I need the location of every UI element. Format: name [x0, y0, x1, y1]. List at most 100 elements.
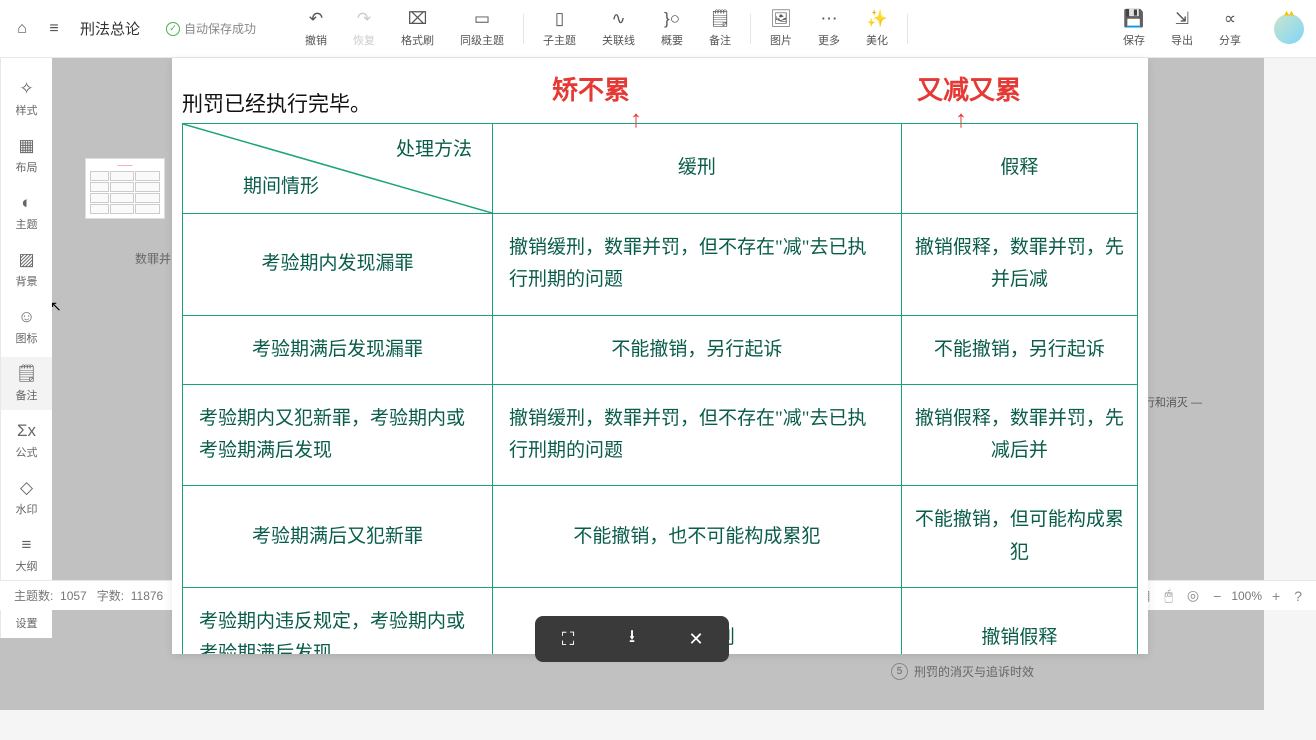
- canvas-area[interactable]: ——— 数罪并 的执行和消灭 — 缓刑和假释的比较 5 刑罚的消灭与追诉时效 刑…: [0, 58, 1264, 710]
- 更多-icon: ⋯: [819, 9, 839, 29]
- toolbar-left: ⌂ ≡ 刑法总论 ✓ 自动保存成功: [12, 18, 256, 39]
- user-avatar[interactable]: [1274, 14, 1304, 44]
- thumbnail-card[interactable]: ———: [85, 158, 165, 219]
- table-row: 考验期满后又犯新罪不能撤销，也不可能构成累犯不能撤销，但可能构成累犯: [183, 486, 1138, 588]
- tool-导出[interactable]: ⇲导出: [1158, 5, 1206, 52]
- 格式刷-icon: ⌧: [408, 9, 428, 29]
- document-preview: 刑罚已经执行完毕。 矫不累 又减又累 ↑ ↑ 处理方法 期间情形 缓刑 假释 考…: [172, 58, 1148, 654]
- 撤销-icon: ↶: [306, 9, 326, 29]
- zoom-out-button[interactable]: −: [1213, 588, 1221, 604]
- zoom-level: 100%: [1231, 589, 1262, 603]
- tool-更多[interactable]: ⋯更多: [805, 5, 853, 52]
- tool-分享[interactable]: ∝分享: [1206, 5, 1254, 52]
- status-counts: 主题数: 1057 字数: 11876: [14, 587, 163, 604]
- row-parole: 撤销假释，数罪并罚，先减后并: [901, 384, 1137, 486]
- sidebar-大纲[interactable]: ≡大纲: [1, 528, 52, 581]
- 保存-icon: 💾: [1124, 9, 1144, 29]
- thumbnail-label: 数罪并: [135, 250, 171, 267]
- sidebar-布局[interactable]: ▦布局: [1, 129, 52, 182]
- row-parole: 撤销假释，数罪并罚，先并后减: [901, 214, 1137, 316]
- sidebar-图标[interactable]: ☺图标: [1, 300, 52, 353]
- col-header-1: 缓刑: [493, 124, 902, 214]
- document-title[interactable]: 刑法总论: [80, 18, 140, 39]
- row-probation: 撤销缓刑，数罪并罚，但不存在"减"去已执行刑期的问题: [493, 214, 902, 316]
- tool-保存[interactable]: 💾保存: [1110, 5, 1158, 52]
- mouse-mode-icon[interactable]: 🖱: [1165, 587, 1173, 604]
- menu-icon[interactable]: ≡: [44, 19, 64, 39]
- top-toolbar: ⌂ ≡ 刑法总论 ✓ 自动保存成功 ↶撤销↷恢复⌧格式刷▭同级主题 ▯子主题∿关联…: [0, 0, 1316, 58]
- header-situations: 期间情形: [243, 171, 319, 203]
- node-number-icon: 5: [891, 663, 908, 680]
- target-icon[interactable]: ◎: [1187, 587, 1199, 604]
- 大纲-icon: ≡: [22, 535, 32, 555]
- bg-node-sub[interactable]: 5 刑罚的消灭与追诉时效: [891, 663, 1034, 680]
- doc-fragment-text: 刑罚已经执行完毕。: [182, 88, 371, 118]
- 概要-icon: }○: [662, 9, 682, 29]
- header-methods: 处理方法: [396, 134, 472, 166]
- autosave-status: ✓ 自动保存成功: [166, 20, 256, 37]
- 布局-icon: ▦: [18, 136, 34, 156]
- sidebar-备注[interactable]: 🗒备注: [1, 357, 52, 410]
- tool-备注[interactable]: 🗒备注: [696, 5, 744, 52]
- table-diagonal-header: 处理方法 期间情形: [183, 124, 493, 214]
- home-icon[interactable]: ⌂: [12, 19, 32, 39]
- close-icon[interactable]: ✕: [685, 628, 707, 650]
- 同级主题-icon: ▭: [472, 9, 492, 29]
- table-row: 考验期内又犯新罪，考验期内或考验期满后发现撤销缓刑，数罪并罚，但不存在"减"去已…: [183, 384, 1138, 486]
- 水印-icon: ◇: [20, 478, 33, 498]
- 恢复-icon: ↷: [354, 9, 374, 29]
- 导出-icon: ⇲: [1172, 9, 1192, 29]
- image-viewer-toolbar: ⛶ ⭳ ✕: [535, 616, 729, 662]
- sidebar-样式[interactable]: ✧样式: [1, 72, 52, 125]
- row-situation: 考验期满后又犯新罪: [183, 486, 493, 588]
- table-row: 考验期满后发现漏罪不能撤销，另行起诉不能撤销，另行起诉: [183, 315, 1138, 384]
- sidebar-背景[interactable]: ▨背景: [1, 243, 52, 296]
- row-probation: 撤销缓刑，数罪并罚，但不存在"减"去已执行刑期的问题: [493, 384, 902, 486]
- help-icon[interactable]: ?: [1294, 588, 1302, 604]
- 关联线-icon: ∿: [609, 9, 629, 29]
- autosave-label: 自动保存成功: [184, 20, 256, 37]
- check-icon: ✓: [166, 22, 180, 36]
- row-situation: 考验期内违反规定，考验期内或考验期满后发现: [183, 588, 493, 654]
- zoom-in-button[interactable]: +: [1272, 588, 1280, 604]
- tool-撤销[interactable]: ↶撤销: [292, 5, 340, 52]
- row-probation: 不能撤销，也不可能构成累犯: [493, 486, 902, 588]
- tool-恢复: ↷恢复: [340, 5, 388, 52]
- 样式-icon: ✧: [19, 79, 33, 99]
- sidebar-水印[interactable]: ◇水印: [1, 471, 52, 524]
- right-sidebar: ✧样式▦布局◐主题▨背景☺图标🗒备注Σx公式◇水印≡大纲⚙设置: [0, 58, 52, 638]
- tool-概要[interactable]: }○概要: [648, 5, 696, 52]
- tool-子主题[interactable]: ▯子主题: [530, 5, 589, 52]
- 美化-icon: ✨: [867, 9, 887, 29]
- 主题-icon: ◐: [21, 193, 31, 213]
- tool-图片[interactable]: 🖼图片: [757, 5, 805, 52]
- row-situation: 考验期内又犯新罪，考验期内或考验期满后发现: [183, 384, 493, 486]
- 分享-icon: ∝: [1220, 9, 1240, 29]
- 公式-icon: Σx: [17, 421, 36, 441]
- tool-关联线[interactable]: ∿关联线: [589, 5, 648, 52]
- 图片-icon: 🖼: [771, 9, 791, 29]
- tool-美化[interactable]: ✨美化: [853, 5, 901, 52]
- 背景-icon: ▨: [18, 250, 34, 270]
- fullscreen-icon[interactable]: ⛶: [557, 628, 579, 650]
- tool-格式刷[interactable]: ⌧格式刷: [388, 5, 447, 52]
- 图标-icon: ☺: [18, 307, 35, 327]
- 备注-icon: 🗒: [710, 9, 730, 29]
- row-probation: 不能撤销，另行起诉: [493, 315, 902, 384]
- row-situation: 考验期满后发现漏罪: [183, 315, 493, 384]
- tool-同级主题[interactable]: ▭同级主题: [447, 5, 517, 52]
- sidebar-主题[interactable]: ◐主题: [1, 186, 52, 239]
- 备注-icon: 🗒: [16, 364, 38, 384]
- table-row: 考验期内发现漏罪撤销缓刑，数罪并罚，但不存在"减"去已执行刑期的问题撤销假释，数…: [183, 214, 1138, 316]
- row-situation: 考验期内发现漏罪: [183, 214, 493, 316]
- row-parole: 不能撤销，另行起诉: [901, 315, 1137, 384]
- 子主题-icon: ▯: [550, 9, 570, 29]
- download-icon[interactable]: ⭳: [621, 628, 643, 650]
- sidebar-公式[interactable]: Σx公式: [1, 414, 52, 467]
- handwritten-annotation-1: 矫不累: [552, 70, 630, 107]
- topic-count: 1057: [60, 589, 87, 603]
- status-right: ▦ 🖱 ◎ − 100% + ?: [1137, 587, 1302, 604]
- comparison-table: 处理方法 期间情形 缓刑 假释 考验期内发现漏罪撤销缓刑，数罪并罚，但不存在"减…: [182, 123, 1138, 654]
- toolbar-tools: ↶撤销↷恢复⌧格式刷▭同级主题 ▯子主题∿关联线}○概要🗒备注 🖼图片⋯更多✨美化 💾…: [292, 5, 1254, 52]
- row-parole: 不能撤销，但可能构成累犯: [901, 486, 1137, 588]
